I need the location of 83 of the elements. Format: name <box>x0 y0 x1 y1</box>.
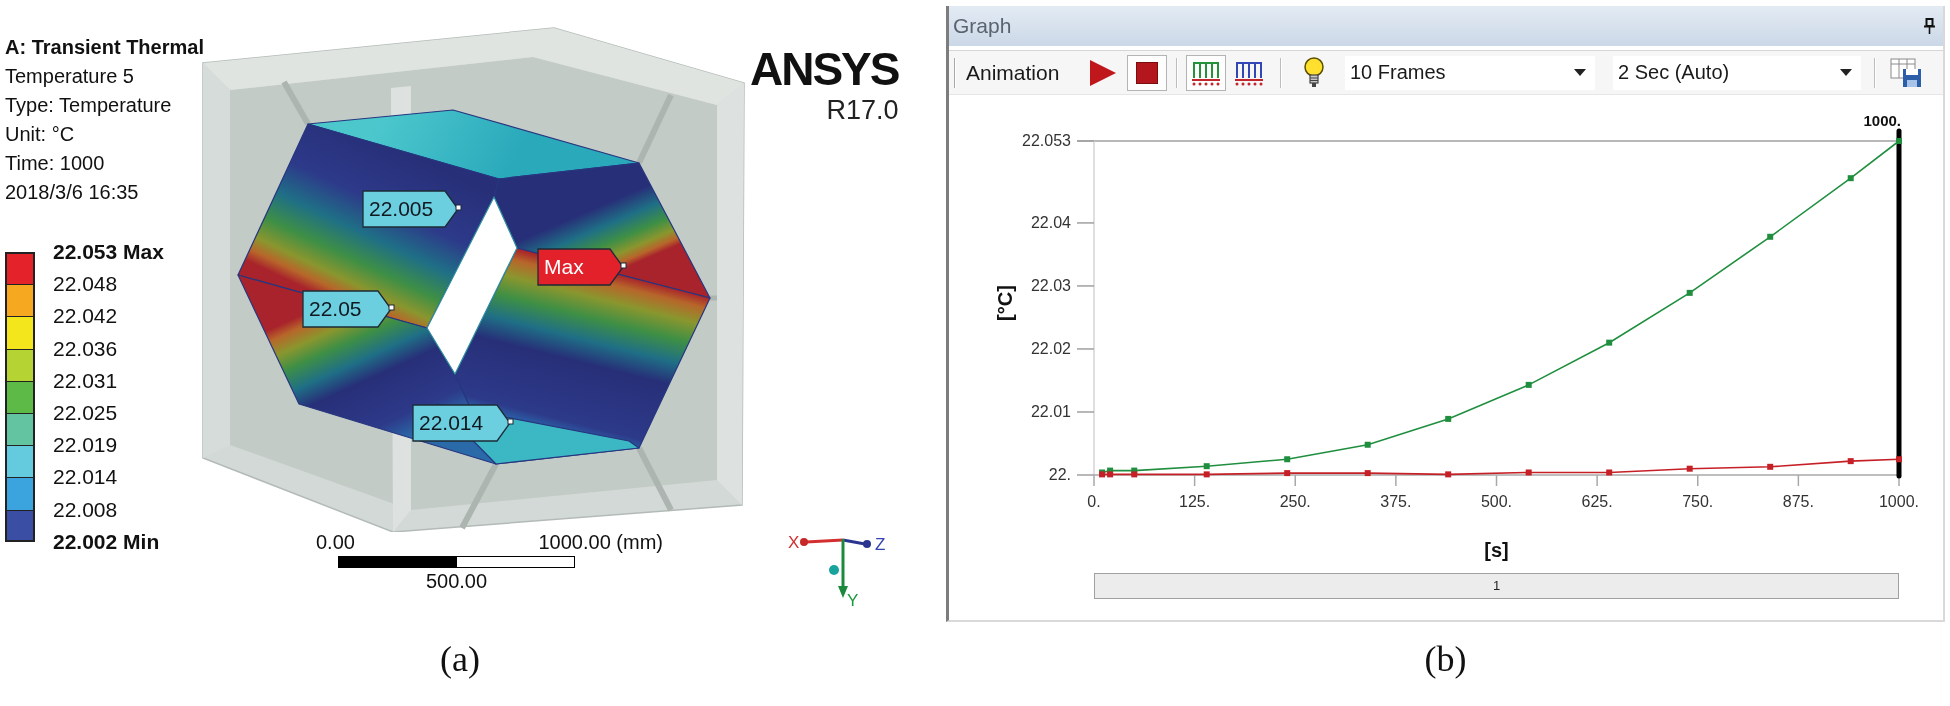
axis-tick-label: 22.04 <box>1030 213 1071 231</box>
data-point <box>1896 456 1902 463</box>
legend-value: 22.002 Min <box>53 528 161 555</box>
y-axis-title: [°C] <box>994 285 1016 321</box>
data-point <box>1364 441 1371 448</box>
frame-mode-button[interactable] <box>1186 54 1226 91</box>
axis-tick-label: 125. <box>1179 493 1211 510</box>
legend-value: 22.014 <box>53 464 119 491</box>
save-icon <box>1890 57 1922 88</box>
version-label: R17.0 <box>826 97 899 124</box>
data-point <box>1606 339 1613 346</box>
data-point <box>1364 470 1371 477</box>
toolbar-label: Animation <box>966 60 1061 85</box>
axis-tick-label: 750. <box>1682 493 1714 510</box>
figure-caption: (b) <box>1423 638 1468 681</box>
scale-mid-label: 500.00 <box>424 570 489 592</box>
data-point <box>1686 465 1693 472</box>
axis-tick-label: 875. <box>1782 493 1814 510</box>
window-title: Graph <box>953 14 1012 38</box>
data-point <box>1445 415 1452 422</box>
axis-tick-label: 375. <box>1380 493 1412 510</box>
columns-icon <box>1234 59 1264 86</box>
caret-icon <box>1574 69 1586 76</box>
axis-tick-label: 22.01 <box>1030 403 1071 420</box>
columns-icon <box>1191 59 1221 86</box>
scale-start-label: 0.00 <box>316 532 355 552</box>
stop-icon <box>1136 61 1158 84</box>
probe-label: Max <box>537 248 627 286</box>
axis-tick-label: 22.02 <box>1030 339 1071 357</box>
result-info-line: Time: 1000 <box>5 151 106 176</box>
scale-end-label: 1000.00 (mm) <box>538 532 663 552</box>
time-cursor-line[interactable] <box>1896 128 1902 479</box>
result-info-line: Temperature 5 <box>5 64 135 89</box>
probe-label: 22.005 <box>362 190 462 228</box>
result-info-line: Unit: °C <box>5 122 76 147</box>
axis-tick-label: 22. <box>1048 466 1071 483</box>
legend-value: 22.042 <box>53 303 119 330</box>
legend-value: 22.053 Max <box>53 239 164 265</box>
data-point <box>1284 470 1291 477</box>
axis-tick-label: 500. <box>1480 493 1513 510</box>
stop-button[interactable] <box>1127 54 1167 91</box>
legend-value: 22.008 <box>53 496 119 523</box>
axis-label: Z <box>875 535 886 554</box>
axis-tick-label: 22.053 <box>1022 132 1071 149</box>
result-set-bar[interactable]: 1 <box>1094 573 1899 599</box>
probe-label: 22.014 <box>412 404 514 442</box>
data-point <box>1847 458 1854 465</box>
axis-tick-label: 1000. <box>1879 493 1919 510</box>
data-point <box>1847 175 1854 182</box>
axis-tick-label: 22.03 <box>1030 276 1071 294</box>
axis-label: X <box>788 533 800 552</box>
figure-caption: (a) <box>439 638 481 681</box>
legend-value: 22.025 <box>53 400 119 426</box>
axis-tick-label: 250. <box>1279 493 1311 510</box>
time-cursor-label: 1000. <box>1863 112 1901 129</box>
legend-value: 22.019 <box>53 432 119 459</box>
axis-tick-label: 0. <box>1087 493 1101 510</box>
caret-icon <box>1840 69 1852 76</box>
legend-value: 22.048 <box>53 271 119 298</box>
result-info-line: Type: Temperature <box>5 93 173 118</box>
ball-icon <box>829 565 839 575</box>
data-point <box>1767 233 1774 240</box>
legend-value: 22.031 <box>53 367 119 394</box>
data-point <box>1606 469 1613 476</box>
data-point <box>1686 289 1693 296</box>
axis-tick-label: 625. <box>1581 493 1613 510</box>
legend-value: 22.036 <box>53 335 119 362</box>
logo-text: ANSYS <box>750 46 899 92</box>
data-point <box>1767 463 1774 470</box>
pin-icon[interactable] <box>1924 18 1935 34</box>
duration-dropdown[interactable]: 2 Sec (Auto) <box>1613 55 1861 90</box>
data-point <box>1525 469 1532 476</box>
axis-label: Y <box>847 591 859 608</box>
probe-label: 22.05 <box>302 290 395 328</box>
data-point <box>1896 138 1902 144</box>
data-point <box>1445 471 1452 478</box>
data-point <box>1525 381 1532 388</box>
lightbulb-icon <box>1303 56 1325 89</box>
result-info-line: 2018/3/6 16:35 <box>5 180 140 205</box>
play-icon <box>1088 57 1118 88</box>
data-point <box>1284 456 1291 463</box>
x-axis-title: [s] <box>1484 539 1509 561</box>
frames-dropdown[interactable]: 10 Frames <box>1345 55 1595 90</box>
